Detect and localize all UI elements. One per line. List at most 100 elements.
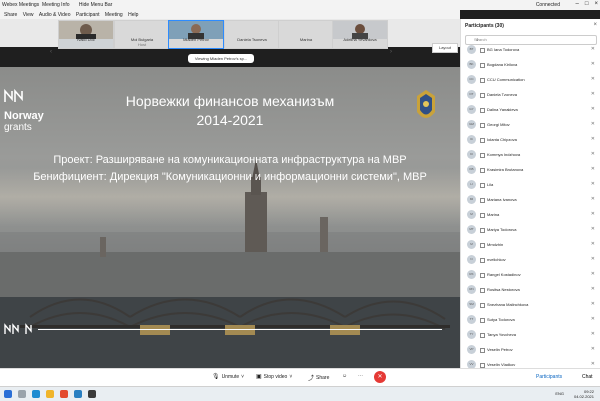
participant-name: Marina xyxy=(487,212,500,217)
maximize-icon[interactable]: □ xyxy=(585,1,589,7)
menu-share[interactable]: Share xyxy=(4,12,17,18)
participant-row[interactable]: M Mmdzhin ✕ xyxy=(461,239,600,250)
participant-row[interactable]: RN Rositsa Nestorova ✕ xyxy=(461,284,600,295)
share-button[interactable]: ⤴ Share xyxy=(308,373,329,383)
thumbnail-tile[interactable]: Daniela Tsoneva xyxy=(224,20,280,49)
thumbnail-tile[interactable]: Mladen Petrov xyxy=(168,20,224,49)
participant-row[interactable]: SM Snezhana Malinchkova ✕ xyxy=(461,299,600,310)
menu-audio-video[interactable]: Audio & Video xyxy=(39,12,71,18)
leave-meeting-button[interactable]: ✕ xyxy=(374,371,386,383)
microphone-muted-icon[interactable]: ✕ xyxy=(591,211,595,217)
participant-row[interactable]: M Marina ✕ xyxy=(461,209,600,220)
participant-status-icon xyxy=(480,273,485,278)
menu-view[interactable]: View xyxy=(23,12,34,18)
close-window-icon[interactable]: × xyxy=(594,1,598,7)
menu-meeting[interactable]: Meeting xyxy=(105,12,123,18)
participant-row[interactable]: GY Dalina Yanakieva ✕ xyxy=(461,104,600,115)
participant-avatar: N xyxy=(467,255,476,264)
participant-avatar: M xyxy=(467,240,476,249)
participant-row[interactable]: GM Georgi Mitov ✕ xyxy=(461,119,600,130)
microphone-muted-icon[interactable]: ✕ xyxy=(591,241,595,247)
microphone-muted-icon[interactable]: ✕ xyxy=(591,46,595,52)
reactions-icon[interactable]: ☺ xyxy=(342,373,347,379)
participant-row[interactable]: IC Iolanta Chipzova ✕ xyxy=(461,134,600,145)
microphone-muted-icon[interactable]: ✕ xyxy=(591,76,595,82)
participant-row[interactable]: MT Mariya Todorova ✕ xyxy=(461,224,600,235)
minimize-icon[interactable]: – xyxy=(576,1,579,7)
thumbnail-tile[interactable]: Marina xyxy=(278,20,334,49)
participant-status-icon xyxy=(480,288,485,293)
chevron-down-icon[interactable]: ˅ xyxy=(289,374,292,380)
chat-tab[interactable]: Chat xyxy=(582,374,593,380)
thumbnail-tile[interactable]: Ivailo Doc xyxy=(58,20,114,49)
microphone-muted-icon[interactable]: ✕ xyxy=(591,181,595,187)
slide-title-line-2: 2014-2021 xyxy=(196,112,264,128)
menu-help[interactable]: Help xyxy=(128,12,138,18)
thumbnail-name: Mladen Petrov xyxy=(183,37,209,42)
participant-row[interactable]: BT BG Iana Todorova ✕ xyxy=(461,44,600,55)
outlook-icon[interactable] xyxy=(74,390,82,398)
keyboard-language[interactable]: ENG xyxy=(555,391,564,396)
scroll-right-icon[interactable]: › xyxy=(390,49,392,55)
microphone-muted-icon[interactable]: ✕ xyxy=(591,136,595,142)
microphone-muted-icon[interactable]: ✕ xyxy=(591,196,595,202)
participant-name: Sutya Todorova xyxy=(487,317,515,322)
microphone-muted-icon[interactable]: ✕ xyxy=(591,106,595,112)
participant-row[interactable]: VP Veselin Petrov ✕ xyxy=(461,344,600,355)
participant-row[interactable]: CC CCU Communication ✕ xyxy=(461,74,600,85)
stop-video-button[interactable]: ▣ Stop video ˅ xyxy=(256,373,292,381)
unmute-button[interactable]: 🎙 Unmute ˅ xyxy=(212,373,244,381)
participant-status-icon xyxy=(480,243,485,248)
participants-tab[interactable]: Participants xyxy=(536,374,562,380)
menu-participant[interactable]: Participant xyxy=(76,12,100,18)
microphone-muted-icon[interactable]: ✕ xyxy=(591,91,595,97)
video-camera-icon: ▣ xyxy=(256,374,262,380)
layout-button[interactable]: Layout xyxy=(432,43,458,53)
thumbnail-name: Daniela Tsoneva xyxy=(237,37,267,42)
system-clock[interactable]: 09:22 04.02.2021 xyxy=(574,389,594,399)
microphone-muted-icon[interactable]: ✕ xyxy=(591,121,595,127)
webex-taskbar-icon[interactable] xyxy=(88,390,96,398)
participant-row[interactable]: RK Rangel Kostadinov ✕ xyxy=(461,269,600,280)
file-explorer-icon[interactable] xyxy=(46,390,54,398)
chevron-down-icon[interactable]: ˅ xyxy=(241,374,244,380)
participant-row[interactable]: MI Mariana Ivanova ✕ xyxy=(461,194,600,205)
search-taskbar-icon[interactable] xyxy=(18,390,26,398)
microphone-muted-icon[interactable]: ✕ xyxy=(591,286,595,292)
microphone-muted-icon[interactable]: ✕ xyxy=(591,271,595,277)
microphone-muted-icon[interactable]: ✕ xyxy=(591,226,595,232)
scroll-left-icon[interactable]: ‹ xyxy=(50,49,52,55)
thumbnail-tile[interactable]: Moi Bulgaria Host xyxy=(114,20,170,49)
participant-row[interactable]: Nnvelichkov ✕ xyxy=(461,254,600,265)
participant-avatar: RN xyxy=(467,285,476,294)
microphone-muted-icon[interactable]: ✕ xyxy=(591,256,595,262)
viewing-share-label[interactable]: Viewing Mladen Petrov's sp... xyxy=(188,54,254,63)
thumbnail-tile[interactable]: Adelina Yevardova xyxy=(332,20,388,49)
participant-row[interactable]: LI Lila ✕ xyxy=(461,179,600,190)
microphone-muted-icon[interactable]: ✕ xyxy=(591,316,595,322)
microphone-muted-icon[interactable]: ✕ xyxy=(591,301,595,307)
hide-menu-bar-menu[interactable]: Hide Menu Bar xyxy=(79,2,112,8)
participant-row[interactable]: DT Daniela Tzoneva ✕ xyxy=(461,89,600,100)
participant-name: BG Iana Todorova xyxy=(487,47,520,52)
participant-row[interactable]: KI Kommya Indzhova ✕ xyxy=(461,149,600,160)
participant-row[interactable]: TT Sutya Todorova ✕ xyxy=(461,314,600,325)
more-options-icon[interactable]: ⋯ xyxy=(358,373,363,379)
microphone-muted-icon[interactable]: ✕ xyxy=(591,151,595,157)
chrome-icon[interactable] xyxy=(60,390,68,398)
microphone-muted-icon[interactable]: ✕ xyxy=(591,361,595,367)
microphone-muted-icon[interactable]: ✕ xyxy=(591,166,595,172)
microphone-muted-icon[interactable]: ✕ xyxy=(591,61,595,67)
search-icon: ⌕ xyxy=(476,37,479,43)
microphone-muted-icon[interactable]: ✕ xyxy=(591,346,595,352)
participant-avatar: DT xyxy=(467,90,476,99)
microphone-muted-icon[interactable]: ✕ xyxy=(591,331,595,337)
participant-row[interactable]: BK Bogdana Kirilova ✕ xyxy=(461,59,600,70)
meeting-info-menu[interactable]: Meeting Info xyxy=(42,2,70,8)
close-panel-icon[interactable]: × xyxy=(593,22,597,28)
participant-row[interactable]: TY Tanya Yovcheva ✕ xyxy=(461,329,600,340)
participant-row[interactable]: KB Krasimira Brutanova ✕ xyxy=(461,164,600,175)
windows-start-icon[interactable] xyxy=(4,390,12,398)
edge-icon[interactable] xyxy=(32,390,40,398)
participant-status-icon xyxy=(480,348,485,353)
